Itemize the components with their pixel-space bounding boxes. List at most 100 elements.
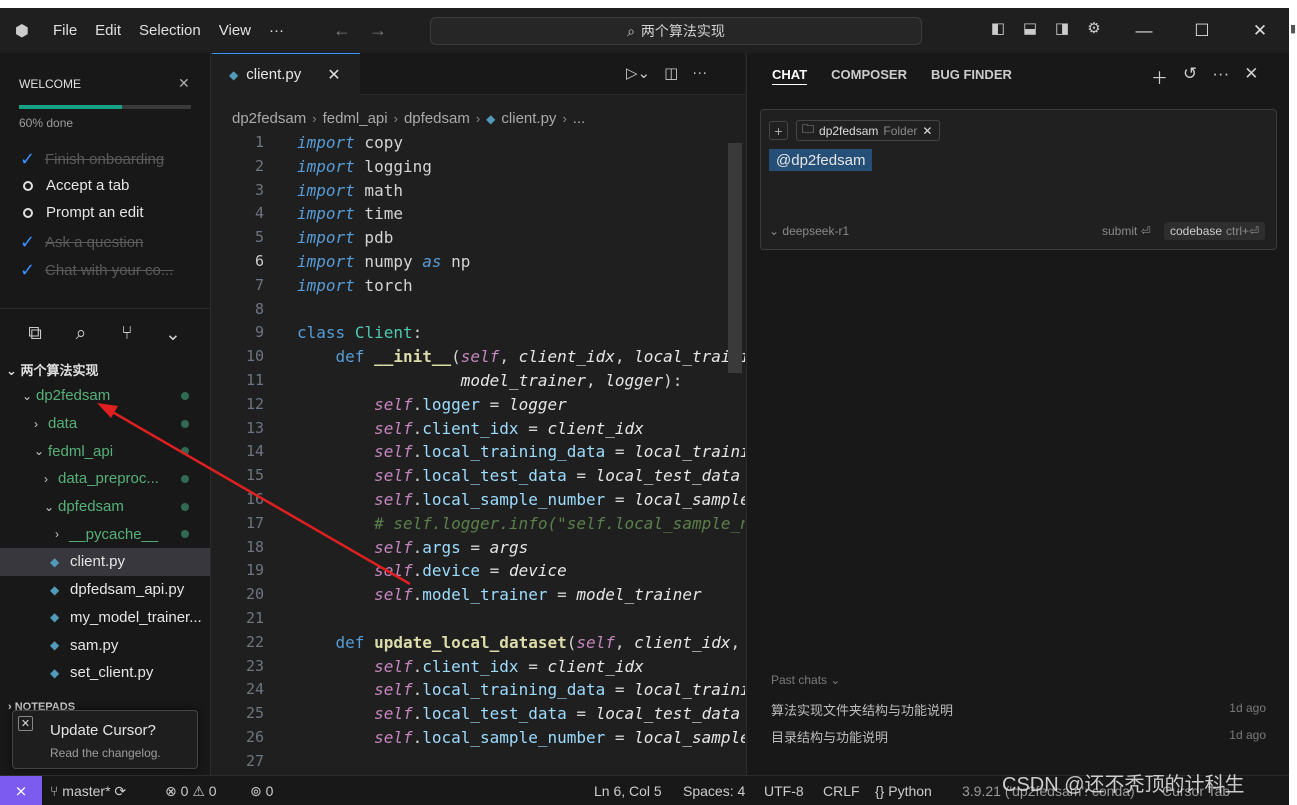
tree-item-data-preproc[interactable]: › data_preproc... [0,465,210,493]
line-endings[interactable]: CRLF [823,783,860,799]
chevron-down-icon: ⌄ [769,224,780,238]
close-icon[interactable]: ✕ [1244,64,1258,89]
forward-arrow-icon[interactable]: → [369,20,387,41]
folder-icon: 🗀 [802,122,815,136]
tree-item-data[interactable]: › data [0,410,210,438]
menu-edit[interactable]: Edit [86,22,130,39]
remote-indicator-icon[interactable]: ⨯ [0,776,42,805]
tree-item-label: data [48,415,78,433]
onboarding-progress-bar [19,105,191,109]
chevron-right-icon: › [562,111,567,126]
tree-item-my-model-trainer[interactable]: ◆ my_model_trainer... [0,604,210,632]
split-editor-icon[interactable]: ◫ [664,64,678,82]
tab-client-py[interactable]: ◆ client.py ✕ [212,53,360,95]
update-notification[interactable]: ✕ Update Cursor? Read the changelog. [12,710,198,769]
tree-item-dpfedsam[interactable]: ⌄ dpfedsam [0,493,210,521]
tab-bug-finder[interactable]: BUG FINDER [931,67,1012,85]
onboarding-item[interactable]: ✓ Finish onboarding [20,149,164,170]
breadcrumb-item[interactable]: ... [573,110,586,127]
encoding[interactable]: UTF-8 [764,783,804,799]
toggle-primary-sidebar-icon[interactable]: ◧ [988,18,1008,38]
toggle-panel-icon[interactable]: ⬓ [1020,18,1040,38]
gear-icon[interactable]: ⚙ [1084,18,1104,38]
menu-more[interactable]: ··· [260,22,293,39]
add-context-plus-icon[interactable]: + [769,121,788,140]
welcome-close-icon[interactable]: ✕ [178,75,190,92]
toast-subtitle[interactable]: Read the changelog. [50,746,161,760]
indentation[interactable]: Spaces: 4 [683,783,745,799]
breadcrumb-item[interactable]: fedml_api [323,110,388,127]
check-icon: ✓ [20,149,36,169]
search-icon[interactable]: ⌕ [68,321,94,347]
search-icon: ⌕ [627,22,635,39]
close-icon[interactable]: ✕ [1231,8,1289,53]
model-selector[interactable]: ⌄ deepseek-r1 [769,224,849,238]
git-branch[interactable]: ⑂ master* ⟳ [50,783,126,800]
tab-composer[interactable]: COMPOSER [831,67,907,85]
close-icon[interactable]: ✕ [327,65,340,85]
history-icon[interactable]: ↺ [1183,64,1197,89]
tree-item-client-py[interactable]: ◆ client.py [0,548,210,576]
problems-indicator[interactable]: ⊗ 0 ⚠ 0 [165,783,217,800]
run-icon[interactable]: ▷⌄ [626,64,650,82]
tree-item-set-client-py[interactable]: ◆ set_client.py [0,659,210,687]
ports-count: 0 [265,783,274,799]
submit-button[interactable]: submit ⏎ [1102,224,1151,238]
mention-token[interactable]: @dp2fedsam [769,149,873,171]
language-mode[interactable]: {} Python [875,783,932,799]
python-file-icon: ◆ [486,111,496,126]
cursor-position[interactable]: Ln 6, Col 5 [594,783,662,799]
python-file-icon: ◆ [50,582,60,597]
codebase-button[interactable]: codebase ctrl+⏎ [1164,222,1266,240]
chevron-down-icon: ⌄ [22,388,33,403]
past-chat-item[interactable]: 目录结构与功能说明 1d ago [771,727,1266,746]
breadcrumb-item[interactable]: dp2fedsam [232,110,306,127]
context-chip[interactable]: 🗀 dp2fedsam Folder ✕ [796,120,941,141]
tree-item-pycache[interactable]: › __pycache__ [0,520,210,548]
tree-item-dp2fedsam[interactable]: ⌄ dp2fedsam [0,382,210,410]
onboarding-item[interactable]: ✓ Chat with your co... [20,260,173,281]
circle-icon [23,207,33,218]
new-chat-plus-icon[interactable]: ＋ [1151,64,1168,89]
editor-area: ◆ client.py ✕ ▷⌄ ◫ ··· dp2fedsam › fedml… [212,53,745,775]
more-actions-icon[interactable]: ··· [1212,64,1229,89]
tree-item-fedml-api[interactable]: ⌄ fedml_api [0,437,210,465]
onboarding-item[interactable]: ✓ Ask a question [20,232,143,253]
cursor-window: ⬢ File Edit Selection View ··· ← → ⌕ 两个算… [0,8,1289,805]
menu-selection[interactable]: Selection [130,22,210,39]
tree-item-label: dpfedsam_api.py [70,581,185,599]
editor-scrollbar-thumb[interactable] [728,143,742,373]
explorer-root[interactable]: ⌄ 两个算法实现 [6,360,99,379]
command-center-search[interactable]: ⌕ 两个算法实现 [430,17,922,45]
menu-file[interactable]: File [44,22,86,39]
more-actions-icon[interactable]: ··· [692,64,707,82]
chevron-down-icon: ⌄ [44,499,55,514]
error-icon: ⊗ [165,783,177,799]
past-chats-header[interactable]: Past chats ⌄ [771,673,840,687]
ports-indicator[interactable]: ⊚ 0 [250,783,273,800]
tree-item-sam-py[interactable]: ◆ sam.py [0,631,210,659]
toggle-secondary-sidebar-icon[interactable]: ◨ [1052,18,1072,38]
menu-view[interactable]: View [210,22,260,39]
close-icon[interactable]: ✕ [922,124,932,138]
explorer-files-icon[interactable]: ⧉ [22,321,48,347]
breadcrumb-item[interactable]: dpfedsam [404,110,470,127]
tab-chat[interactable]: CHAT [772,67,808,85]
python-file-icon: ◆ [50,665,60,680]
tree-item-label: __pycache__ [69,525,159,543]
minimize-icon[interactable]: — [1115,8,1173,53]
breadcrumb-item[interactable]: client.py [501,110,556,127]
tree-item-dpfedsam-api-py[interactable]: ◆ dpfedsam_api.py [0,576,210,604]
chat-input-box[interactable]: + 🗀 dp2fedsam Folder ✕ @dp2fedsam ⌄ deep… [760,109,1277,250]
close-icon[interactable]: ✕ [18,716,33,731]
sync-icon[interactable]: ⟳ [114,783,126,799]
source-control-icon[interactable]: ⑂ [114,321,140,347]
editor-actions: ▷⌄ ◫ ··· [626,64,707,82]
onboarding-item[interactable]: Accept a tab [20,177,129,194]
back-arrow-icon[interactable]: ← [333,20,351,41]
nav-arrows: ← → [333,20,387,41]
maximize-icon[interactable]: ☐ [1173,8,1231,53]
past-chat-item[interactable]: 算法实现文件夹结构与功能说明 1d ago [771,700,1266,719]
chevron-down-icon[interactable]: ⌄ [160,321,186,347]
onboarding-item[interactable]: Prompt an edit [20,204,144,221]
